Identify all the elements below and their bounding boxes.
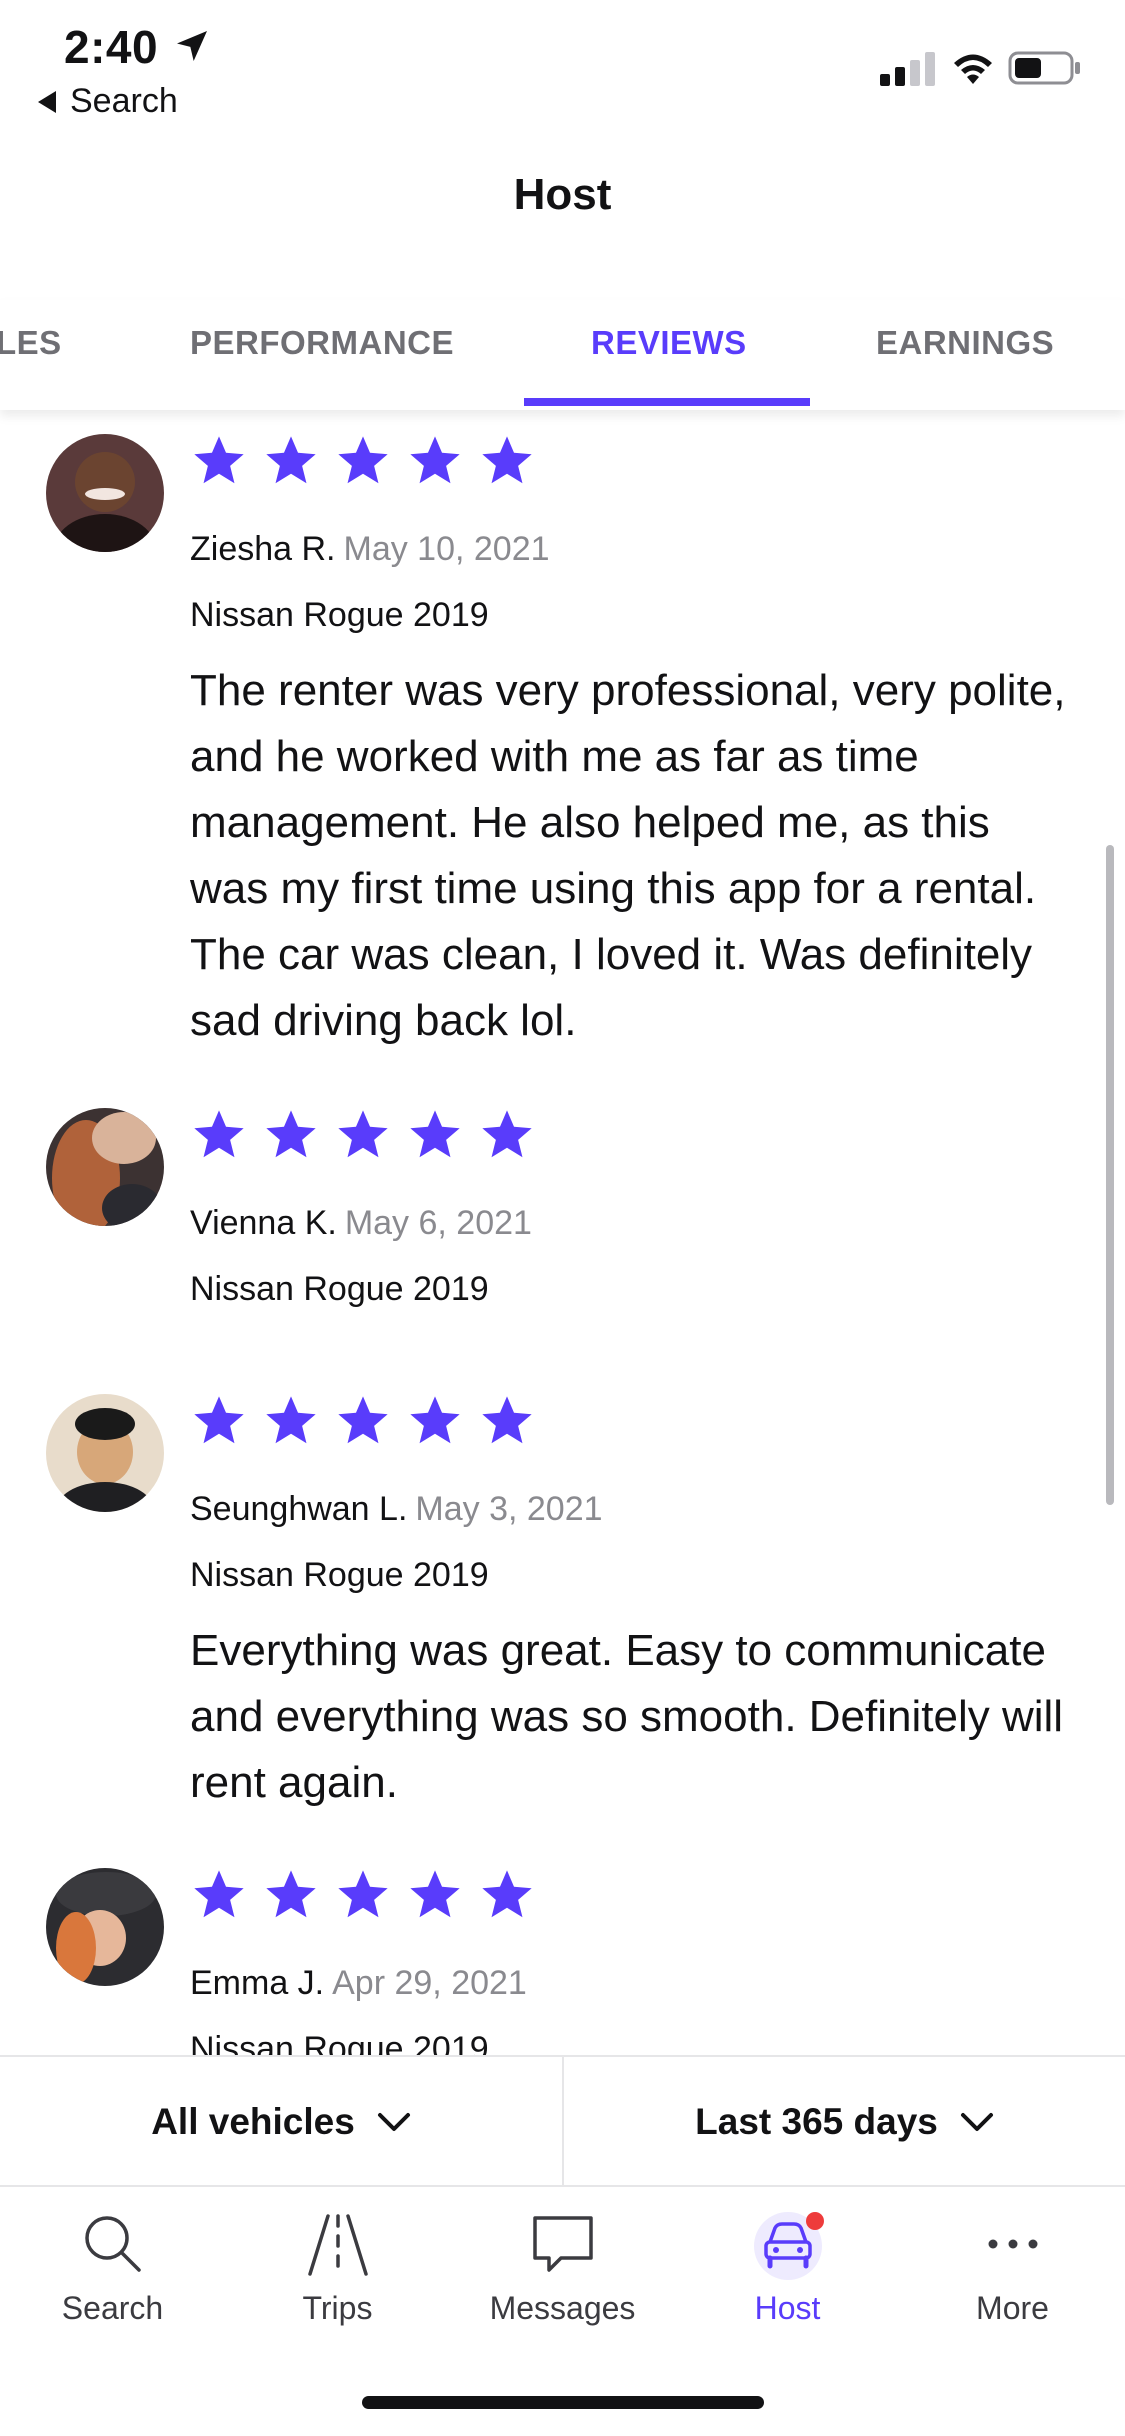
battery-icon [1008,51,1080,85]
rating-stars [190,1866,536,1924]
avatar [46,1108,164,1226]
rating-stars [190,1392,536,1450]
avatar [46,1394,164,1512]
star-icon [266,1396,316,1444]
star-icon [194,1396,244,1444]
vehicle-name: Nissan Rogue 2019 [190,2030,489,2055]
reviewer-name: Emma J. [190,1964,325,2002]
reviewer-name: Ziesha R. [190,530,336,568]
vehicle-name: Nissan Rogue 2019 [190,596,489,634]
rating-stars [190,1106,536,1164]
vehicle-filter-dropdown[interactable]: All vehicles [0,2057,562,2187]
reviewer-line: Vienna K. May 6, 2021 [190,1204,532,1243]
back-triangle-icon [38,90,56,113]
scrollbar[interactable] [1106,845,1114,1505]
review-date: May 10, 2021 [343,530,550,568]
more-icon [988,2239,1037,2249]
vehicle-filter-label: All vehicles [151,2101,355,2142]
cellular-signal-icon [880,52,935,86]
star-icon [482,1870,532,1918]
location-arrow-icon [177,31,207,61]
star-icon [482,1396,532,1444]
avatar [46,434,164,552]
rating-stars [190,432,536,490]
vehicle-name: Nissan Rogue 2019 [190,1556,489,1594]
star-icon [410,1870,460,1918]
status-bar: 2:40 Search [0,0,1125,130]
star-icon [338,1870,388,1918]
nav-messages-label: Messages [489,2290,636,2326]
reviewer-line: Emma J. Apr 29, 2021 [190,1964,527,2003]
star-icon [410,1110,460,1158]
star-icon [482,1110,532,1158]
nav-trips[interactable]: Trips [225,2208,450,2327]
review-date: May 6, 2021 [344,1204,532,1242]
back-label: Search [70,82,178,120]
star-icon [338,1396,388,1444]
back-to-search-link[interactable]: Search [38,82,178,121]
avatar [46,1868,164,1986]
page-title: Host [513,170,612,219]
tab-earnings[interactable]: EARNINGS [876,324,1054,362]
chevron-down-icon [377,2113,410,2131]
reviewer-name: Vienna K. [190,1204,337,1242]
filter-bar: All vehicles Last 365 days [0,2055,1125,2187]
nav-trips-label: Trips [302,2290,373,2326]
search-icon [84,2216,141,2272]
wifi-icon [954,54,992,84]
status-time: 2:40 [64,21,159,73]
active-tab-indicator [524,398,810,406]
home-indicator [362,2396,764,2409]
notification-badge [806,2212,824,2230]
period-filter-dropdown[interactable]: Last 365 days [564,2057,1125,2187]
reviewer-line: Seunghwan L. May 3, 2021 [190,1490,603,1529]
star-icon [410,1396,460,1444]
nav-host[interactable]: Host [675,2208,900,2327]
nav-messages[interactable]: Messages [450,2208,675,2327]
vehicle-name: Nissan Rogue 2019 [190,1270,489,1308]
star-icon [194,1110,244,1158]
tab-vehicles[interactable]: LES [0,324,62,362]
tab-bar: LES PERFORMANCE REVIEWS EARNINGS [0,300,1125,410]
star-icon [410,436,460,484]
nav-search[interactable]: Search [0,2208,225,2327]
review-text: Everything was great. Easy to communicat… [190,1626,1064,1807]
star-icon [338,1110,388,1158]
period-filter-label: Last 365 days [695,2101,938,2142]
star-icon [482,436,532,484]
star-icon [338,436,388,484]
tab-reviews[interactable]: REVIEWS [591,324,747,362]
star-icon [266,436,316,484]
reviewer-line: Ziesha R. May 10, 2021 [190,530,550,569]
star-icon [266,1870,316,1918]
trips-icon [307,2214,368,2276]
star-icon [266,1110,316,1158]
nav-more[interactable]: More [900,2208,1125,2327]
nav-search-label: Search [61,2290,164,2326]
star-icon [194,1870,244,1918]
nav-more-label: More [976,2290,1049,2326]
nav-host-label: Host [754,2290,821,2326]
review-date: Apr 29, 2021 [332,1964,527,2002]
star-icon [194,436,244,484]
review-text: The renter was very professional, very p… [190,666,1066,1045]
chevron-down-icon [960,2113,993,2131]
tab-performance[interactable]: PERFORMANCE [190,324,454,362]
reviews-list[interactable]: Ziesha R. May 10, 2021 Nissan Rogue 2019 … [0,410,1125,2055]
messages-icon [532,2216,593,2272]
reviewer-name: Seunghwan L. [190,1490,408,1528]
review-date: May 3, 2021 [415,1490,603,1528]
